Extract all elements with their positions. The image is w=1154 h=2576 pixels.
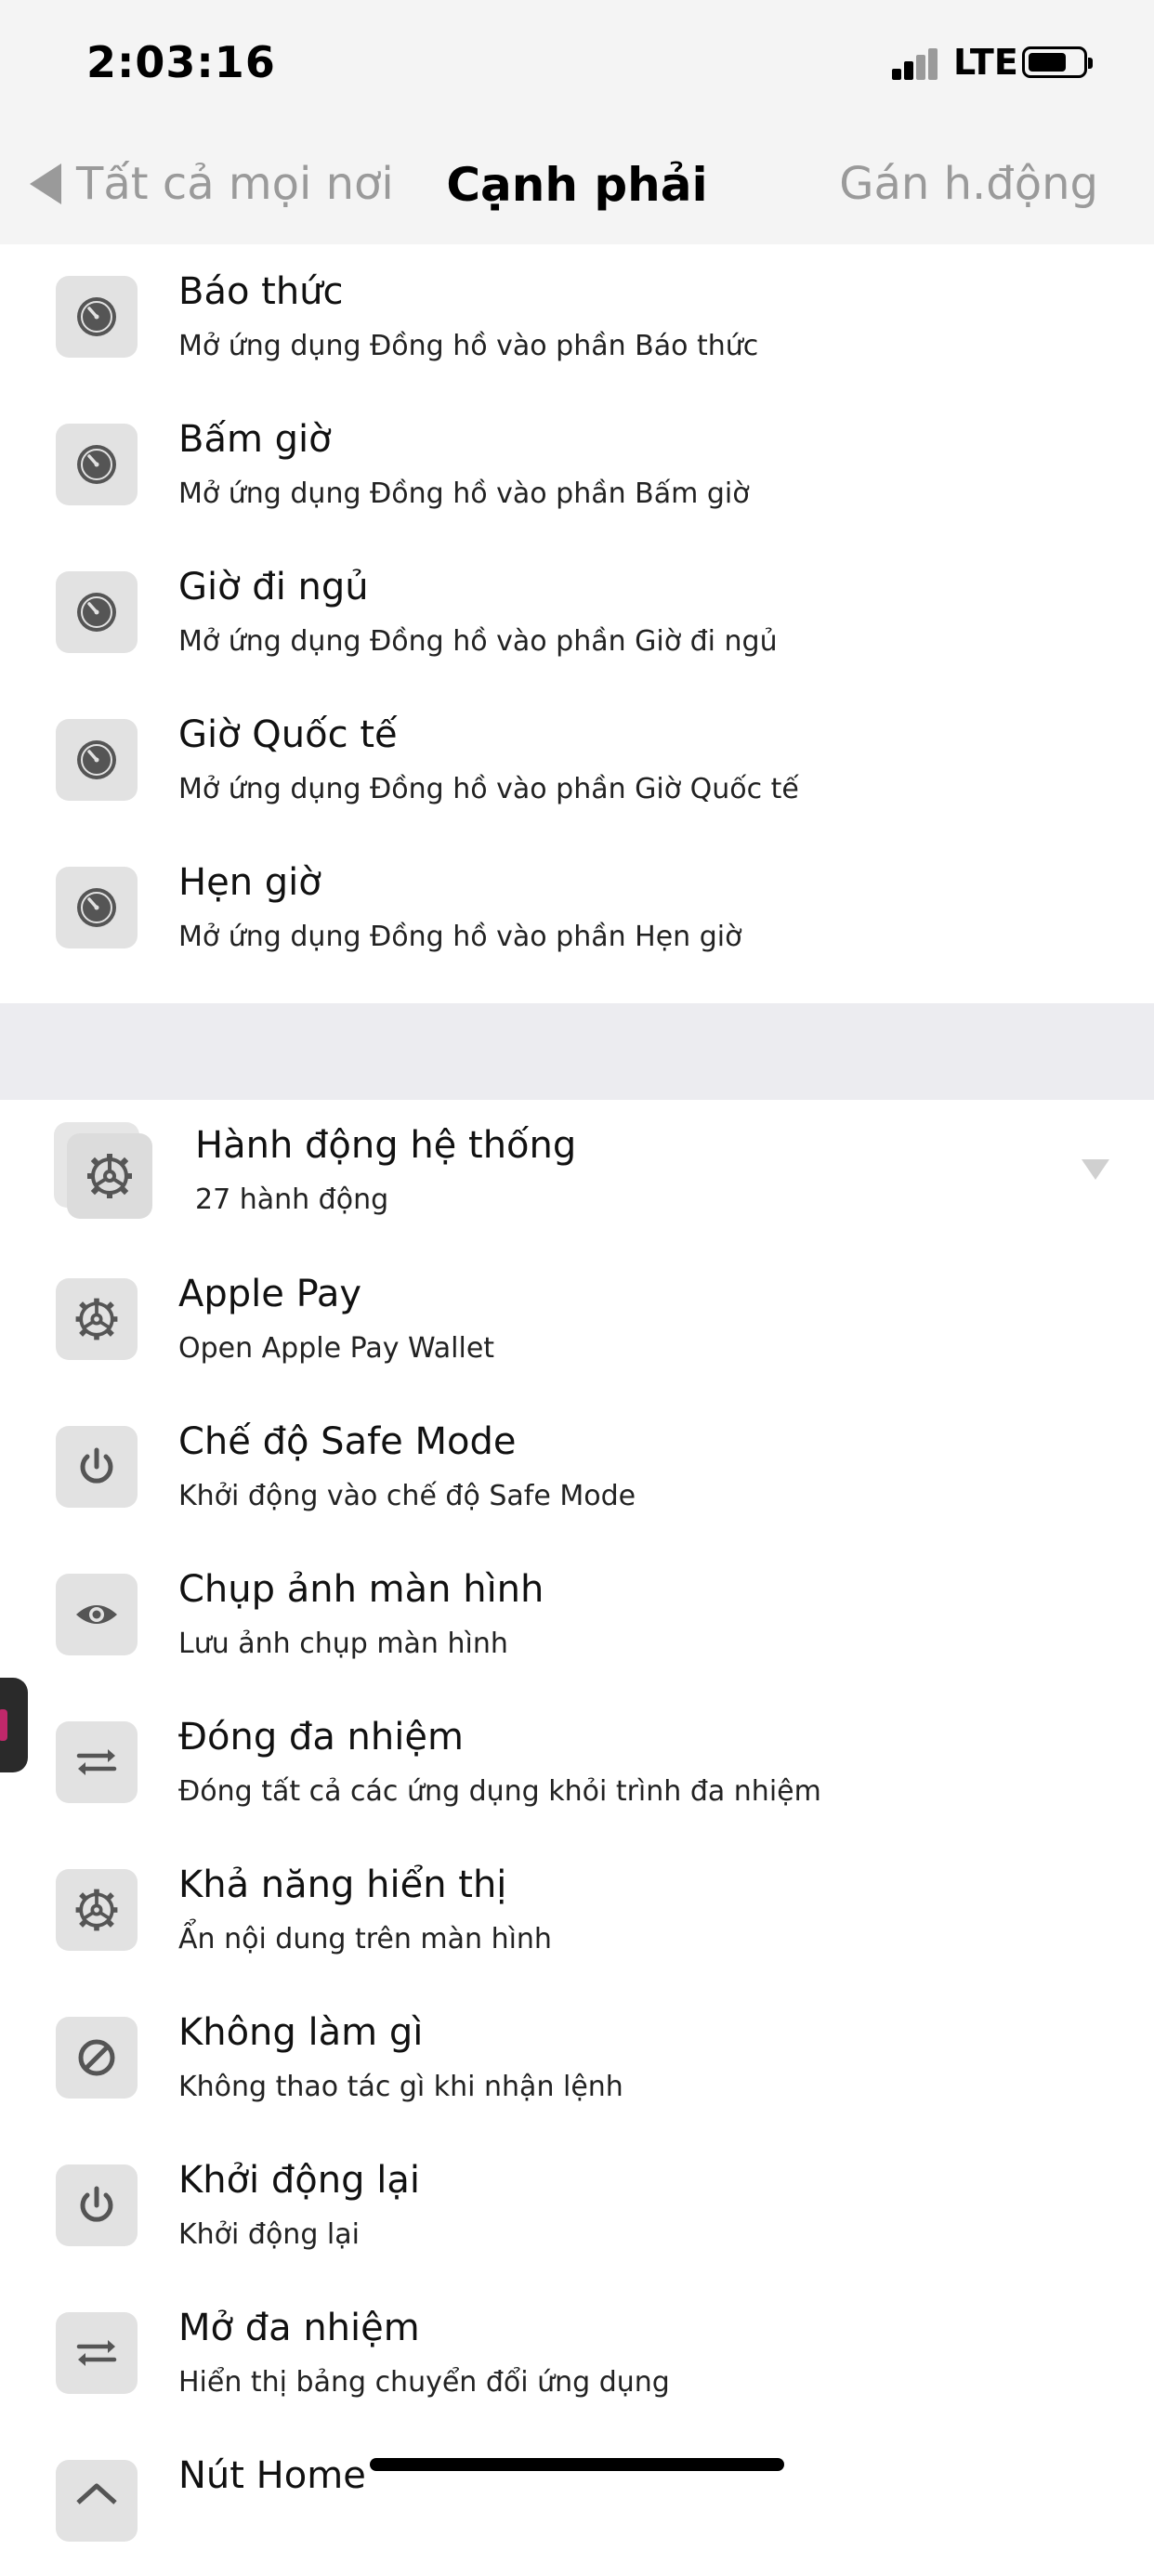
item-subtitle: Hiển thị bảng chuyển đổi ứng dụng <box>178 2366 670 2399</box>
group-subtitle: 27 hành động <box>195 1183 389 1216</box>
item-subtitle: Mở ứng dụng Đồng hồ vào phần Báo thức <box>178 330 759 362</box>
item-title: Mở đa nhiệm <box>178 2307 420 2349</box>
list-item[interactable]: Khởi động lại Khởi động lại <box>0 2133 1154 2281</box>
item-subtitle: Khởi động lại <box>178 2218 360 2251</box>
assign-action-button[interactable]: Gán h.động <box>839 158 1098 210</box>
list-item[interactable]: Đóng đa nhiệm Đóng tất cả các ứng dụng kh… <box>0 1690 1154 1837</box>
list-item[interactable]: Hẹn giờ Mở ứng dụng Đồng hồ vào phần Hẹn … <box>0 835 1154 983</box>
item-subtitle: Lưu ảnh chụp màn hình <box>178 1628 508 1660</box>
list-item[interactable]: Mở đa nhiệm Hiển thị bảng chuyển đổi ứng … <box>0 2281 1154 2428</box>
system-actions-group-header[interactable]: Hành động hệ thống 27 hành động <box>0 1100 1154 1247</box>
network-type: LTE <box>953 42 1018 83</box>
list-item[interactable]: Không làm gì Không thao tác gì khi nhận l… <box>0 1985 1154 2133</box>
home-indicator[interactable] <box>370 2458 784 2471</box>
item-title: Chế độ Safe Mode <box>178 1420 517 1463</box>
section-separator <box>0 1003 1154 1100</box>
list-item[interactable]: Chế độ Safe Mode Khởi động vào chế độ Saf… <box>0 1394 1154 1542</box>
item-title: Không làm gì <box>178 2011 424 2054</box>
switch-arrows-icon <box>56 2312 138 2394</box>
item-title: Khả năng hiển thị <box>178 1863 507 1906</box>
battery-icon <box>1022 46 1093 78</box>
item-title: Đóng đa nhiệm <box>178 1716 464 1759</box>
back-button-label: Tất cả mọi nơi <box>76 158 394 210</box>
clock-icon <box>56 867 138 948</box>
list-item[interactable]: Nút Home <box>0 2428 1154 2576</box>
navigation-bar: Tất cả mọi nơi Cạnh phải Gán h.động <box>0 130 1154 244</box>
cellular-signal-icon <box>892 48 950 80</box>
back-arrow-icon <box>30 163 61 204</box>
prohibited-icon <box>56 2017 138 2099</box>
list-item[interactable]: Giờ Quốc tế Mở ứng dụng Đồng hồ vào phần … <box>0 687 1154 835</box>
clock-icon <box>56 719 138 801</box>
list-item[interactable]: Apple Pay Open Apple Pay Wallet <box>0 1247 1154 1394</box>
power-icon <box>56 1426 138 1508</box>
list-item[interactable]: Giờ đi ngủ Mở ứng dụng Đồng hồ vào phần G… <box>0 540 1154 687</box>
chevron-down-icon[interactable] <box>1082 1159 1109 1180</box>
item-subtitle: Open Apple Pay Wallet <box>178 1332 495 1365</box>
item-title: Khởi động lại <box>178 2159 420 2202</box>
side-edge-handle[interactable] <box>0 1678 28 1772</box>
item-subtitle: Mở ứng dụng Đồng hồ vào phần Hẹn giờ <box>178 921 742 953</box>
status-time: 2:03:16 <box>86 37 276 87</box>
item-subtitle: Đóng tất cả các ứng dụng khỏi trình đa n… <box>178 1775 821 1808</box>
item-title: Chụp ảnh màn hình <box>178 1568 544 1611</box>
item-subtitle: Ẩn nội dung trên màn hình <box>178 1923 552 1955</box>
list-item[interactable]: Chụp ảnh màn hình Lưu ảnh chụp màn hình <box>0 1542 1154 1690</box>
list-item[interactable]: Khả năng hiển thị Ẩn nội dung trên màn hì… <box>0 1837 1154 1985</box>
power-icon <box>56 2164 138 2246</box>
system-actions-list: Apple Pay Open Apple Pay Wallet Chế độ Saf… <box>0 1247 1154 2576</box>
item-subtitle: Không thao tác gì khi nhận lệnh <box>178 2071 623 2103</box>
item-title: Báo thức <box>178 270 344 313</box>
top-bar: 2:03:16 LTE Tất cả mọi nơi Cạnh phải Gán… <box>0 0 1154 244</box>
item-title: Giờ Quốc tế <box>178 713 398 756</box>
item-subtitle: Mở ứng dụng Đồng hồ vào phần Giờ đi ngủ <box>178 625 778 658</box>
item-title: Nút Home <box>178 2454 366 2497</box>
gear-icon <box>56 1869 138 1951</box>
item-subtitle: Mở ứng dụng Đồng hồ vào phần Bấm giờ <box>178 477 750 510</box>
clock-icon <box>56 276 138 358</box>
gear-icon <box>56 1278 138 1360</box>
item-title: Hẹn giờ <box>178 861 321 904</box>
status-bar: 2:03:16 LTE <box>0 0 1154 130</box>
group-title: Hành động hệ thống <box>195 1124 577 1167</box>
back-button[interactable]: Tất cả mọi nơi <box>30 158 394 210</box>
item-title: Apple Pay <box>178 1273 362 1315</box>
clock-actions-list: Báo thức Mở ứng dụng Đồng hồ vào phần Báo… <box>0 244 1154 983</box>
item-title: Giờ đi ngủ <box>178 566 369 608</box>
item-title: Bấm giờ <box>178 418 332 461</box>
eye-icon <box>56 1574 138 1655</box>
clock-icon <box>56 571 138 653</box>
gear-icon <box>67 1133 152 1219</box>
list-item[interactable]: Báo thức Mở ứng dụng Đồng hồ vào phần Báo… <box>0 244 1154 392</box>
switch-arrows-icon <box>56 1721 138 1803</box>
clock-icon <box>56 424 138 505</box>
list-item[interactable]: Bấm giờ Mở ứng dụng Đồng hồ vào phần Bấm … <box>0 392 1154 540</box>
home-icon <box>56 2460 138 2542</box>
item-subtitle: Khởi động vào chế độ Safe Mode <box>178 1480 636 1512</box>
item-subtitle: Mở ứng dụng Đồng hồ vào phần Giờ Quốc tế <box>178 773 799 805</box>
